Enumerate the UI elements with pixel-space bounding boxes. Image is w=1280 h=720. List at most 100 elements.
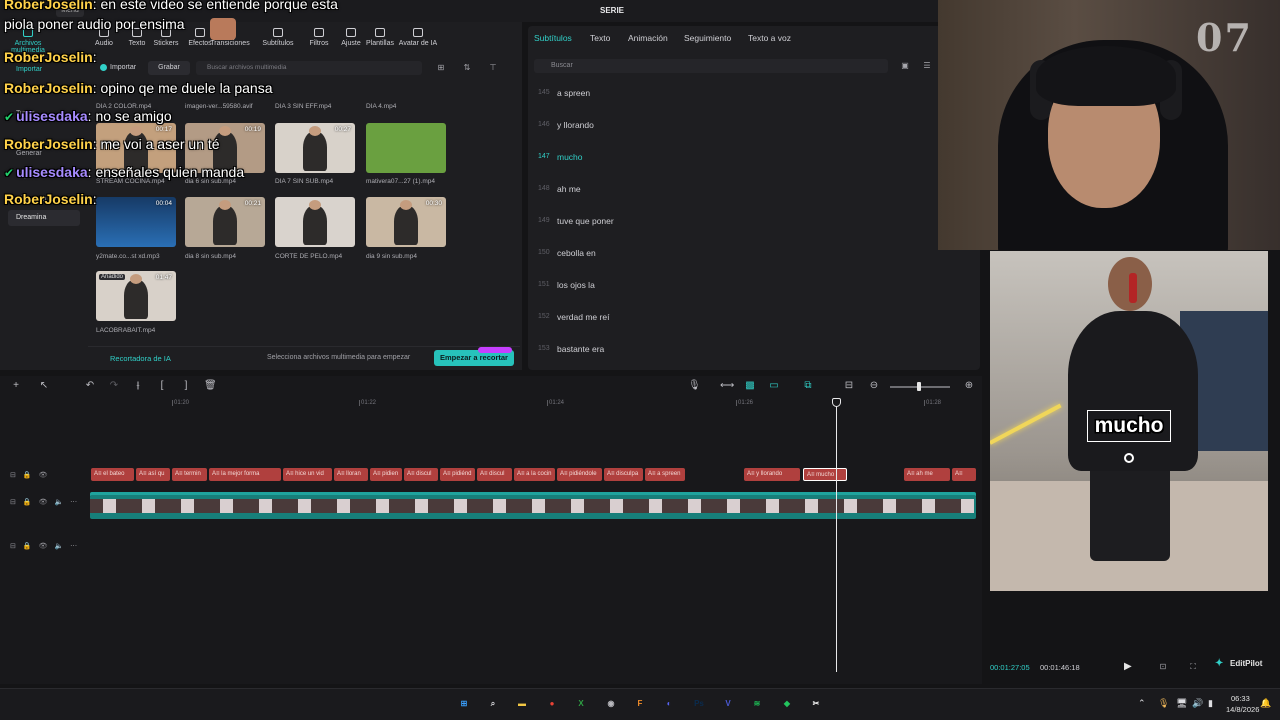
text-clip[interactable]: A≡ la mejor forma (209, 468, 281, 481)
text-clip[interactable]: A≡ disculpa (604, 468, 643, 481)
sidebar-item-0[interactable]: Importar (16, 66, 42, 73)
chevron-up-icon[interactable]: ⌃ (1138, 698, 1146, 709)
subtitle-row[interactable]: 151 los ojos la (528, 280, 980, 313)
text-clip[interactable]: A≡ pidien (370, 468, 402, 481)
text-clip[interactable]: A≡ pidiéndole (557, 468, 602, 481)
trim-right-icon[interactable]: ] (180, 381, 192, 391)
subtitles-tab-4[interactable]: Texto a voz (748, 33, 791, 43)
text-clip[interactable]: A≡ lloran (334, 468, 368, 481)
preview-caption[interactable]: mucho (1087, 410, 1171, 442)
media-thumbnail[interactable]: 00:21 (185, 197, 265, 247)
trim-left-icon[interactable]: [ (156, 381, 168, 391)
network-icon[interactable]: 🖥 (1176, 698, 1187, 709)
text-clip[interactable]: A≡ a spreen (645, 468, 685, 481)
add-track-icon[interactable]: + (10, 381, 22, 391)
magnet-icon[interactable]: ▩ (744, 381, 756, 391)
text-clip[interactable]: A≡ el bateo (91, 468, 134, 481)
zoom-in-icon[interactable]: ⊕ (963, 381, 975, 391)
undo-icon[interactable]: ↶ (84, 381, 96, 391)
media-search-input[interactable]: Buscar archivos multimedia (196, 61, 422, 75)
media-thumbnail[interactable] (366, 123, 446, 173)
photoshop-icon[interactable]: Ps (692, 697, 706, 711)
media-thumbnail[interactable] (275, 197, 355, 247)
subtitle-row[interactable]: 146 y llorando (528, 120, 980, 153)
sidebar-item-dreamina[interactable]: Dreamina (8, 210, 80, 226)
battery-icon[interactable]: ▮ (1208, 698, 1213, 709)
text-clip[interactable]: A≡ discul (477, 468, 512, 481)
text-clip[interactable]: A≡ mucho (803, 468, 847, 481)
split-icon[interactable]: ⫲ (132, 381, 144, 391)
sort-icon[interactable]: ⇅ (460, 63, 474, 73)
subtitles-search-input[interactable]: Buscar (534, 59, 888, 73)
fullscreen-icon[interactable]: ⛶ (1186, 662, 1200, 672)
media-thumbnail[interactable]: 01:47 Añadido (96, 271, 176, 321)
audio-track-controls[interactable]: ⊟🔒👁🔈⋯ (10, 542, 84, 550)
subtitles-tab-0[interactable]: Subtítulos (534, 33, 572, 43)
filter-icon[interactable]: ⊤ (486, 63, 500, 73)
xbox-icon[interactable]: X (574, 697, 588, 711)
mic-icon[interactable]: 🎙 (688, 381, 701, 391)
subtitle-text[interactable]: y llorando (557, 120, 594, 130)
vpn-icon[interactable]: V (721, 697, 735, 711)
snap-icon[interactable]: ▭ (768, 381, 780, 391)
capcut-green-icon[interactable]: ◆ (780, 697, 794, 711)
search-icon[interactable]: ⌕ (486, 697, 500, 711)
rotate-handle-icon[interactable] (1124, 453, 1134, 463)
spotify-icon[interactable]: ≋ (750, 697, 764, 711)
text-clip[interactable]: A≡ y llorando (744, 468, 800, 481)
subtitle-text[interactable]: verdad me reí (557, 312, 609, 322)
subtitle-text[interactable]: bastante era (557, 344, 604, 354)
text-clip[interactable]: A≡ a la cocin (514, 468, 555, 481)
preview-axis-icon[interactable]: ⧉ (802, 381, 814, 391)
text-clip[interactable]: A≡ así qu (136, 468, 170, 481)
play-button[interactable]: ▶ (1124, 661, 1132, 672)
text-clip[interactable]: A≡ (952, 468, 976, 481)
subtitle-row[interactable]: 152 verdad me reí (528, 312, 980, 345)
notifications-icon[interactable]: 🔔 (1260, 698, 1271, 709)
caption-icon[interactable]: ⊟ (843, 381, 855, 391)
subtitle-text[interactable]: tuve que poner (557, 216, 614, 226)
text-clip[interactable]: A≡ discul (404, 468, 438, 481)
ai-cutter-label[interactable]: Recortadora de IA (110, 354, 171, 363)
subtitle-text[interactable]: los ojos la (557, 280, 595, 290)
volume-icon[interactable]: 🔊 (1192, 698, 1203, 709)
subtitle-text[interactable]: cebolla en (557, 248, 596, 258)
discord-icon[interactable]: ◐ (662, 697, 676, 711)
playhead-handle[interactable] (832, 398, 841, 407)
media-thumbnail[interactable]: 00:04 (96, 197, 176, 247)
tool-tab-10[interactable]: Avatar de IA (398, 28, 438, 47)
text-clip[interactable]: A≡ termin (172, 468, 207, 481)
import-button[interactable]: Importar (98, 61, 144, 75)
editpilot-button[interactable]: EditPilot (1208, 656, 1270, 672)
delete-icon[interactable]: 🗑 (204, 381, 217, 391)
text-clip[interactable]: A≡ hice un vid (283, 468, 332, 481)
clock-time[interactable]: 06:33 (1231, 694, 1250, 703)
link-icon[interactable]: ⟷ (720, 381, 734, 391)
text-track-controls[interactable]: ⊟🔒👁 (10, 471, 54, 479)
subtitle-row[interactable]: 147 mucho (528, 152, 980, 185)
subtitles-tab-2[interactable]: Animación (628, 33, 668, 43)
windows-icon[interactable]: ⊞ (457, 697, 471, 711)
capcut-icon[interactable]: ✂ (809, 697, 823, 711)
redo-icon[interactable]: ↷ (108, 381, 120, 391)
media-thumbnail[interactable]: 00:27 (275, 123, 355, 173)
image-icon[interactable]: ▣ (898, 61, 912, 71)
tool-tab-6[interactable]: Subtítulos (258, 28, 298, 47)
folder-icon[interactable]: ▬ (515, 697, 529, 711)
record-button[interactable]: Grabar (148, 61, 190, 75)
subtitle-row[interactable]: 149 tuve que poner (528, 216, 980, 249)
tool-tab-9[interactable]: Plantillas (360, 28, 400, 47)
zoom-out-icon[interactable]: ⊖ (868, 381, 880, 391)
subtitle-text[interactable]: ah me (557, 184, 581, 194)
crop-icon[interactable]: ⊡ (1156, 662, 1170, 672)
list-settings-icon[interactable]: ☰ (920, 61, 934, 71)
chrome-icon[interactable]: ● (545, 697, 559, 711)
fl-studio-icon[interactable]: F (633, 697, 647, 711)
video-clip[interactable] (90, 495, 976, 519)
obs-icon[interactable]: ◉ (604, 697, 618, 711)
subtitle-row[interactable]: 148 ah me (528, 184, 980, 217)
subtitle-text[interactable]: mucho (557, 152, 583, 162)
subtitles-tab-1[interactable]: Texto (590, 33, 610, 43)
text-clip[interactable]: A≡ ah me (904, 468, 950, 481)
select-tool-icon[interactable]: ↖ (38, 381, 50, 391)
